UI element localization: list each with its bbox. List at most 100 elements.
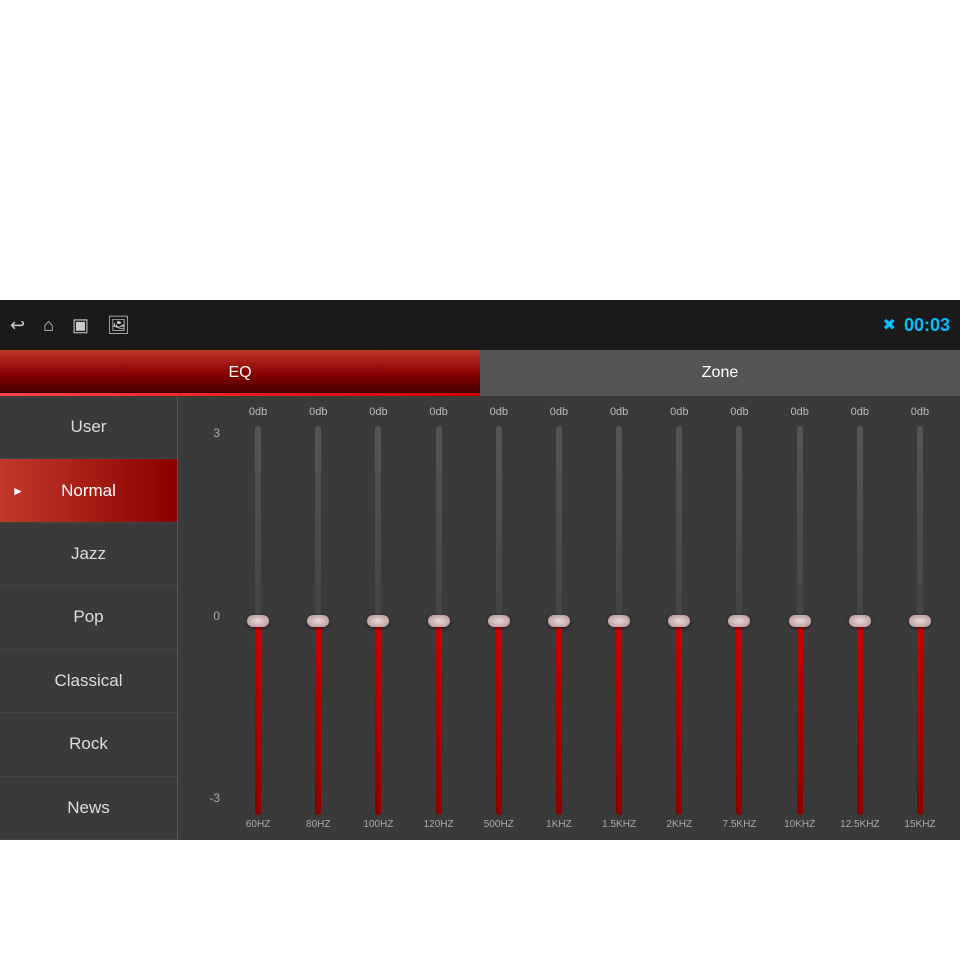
tab-zone-label: Zone: [702, 364, 738, 382]
slider-col-2KHZ[interactable]: 0db 2KHZ: [649, 406, 709, 835]
slider-track-5: [556, 426, 562, 815]
slider-track-area-5: [529, 426, 589, 815]
slider-col-60HZ[interactable]: 0db60HZ: [228, 406, 288, 835]
slider-track-area-2: [348, 426, 408, 815]
slider-db-label-7: 0db: [670, 406, 688, 422]
slider-track-area-1: [288, 426, 348, 815]
main-content: User ► Normal Jazz Pop Classical Rock Ne…: [0, 396, 960, 840]
slider-thumb-7[interactable]: [668, 615, 690, 627]
slider-db-label-1: 0db: [309, 406, 327, 422]
slider-track-area-11: [890, 426, 950, 815]
tab-eq[interactable]: EQ: [0, 350, 480, 396]
bluetooth-icon: ✖: [883, 315, 896, 335]
slider-track-area-10: [830, 426, 890, 815]
slider-col-12.5KHZ[interactable]: 0db 12.5KHZ: [830, 406, 890, 835]
y-label-0: 0: [213, 609, 220, 623]
sidebar-item-user[interactable]: User: [0, 396, 177, 459]
slider-freq-label-0: 60HZ: [246, 819, 270, 835]
slider-freq-label-4: 500HZ: [484, 819, 514, 835]
sidebar-item-pop[interactable]: Pop: [0, 586, 177, 649]
slider-track-area-0: [228, 426, 288, 815]
slider-track-10: [857, 426, 863, 815]
slider-track-area-4: [469, 426, 529, 815]
slider-fill-9: [797, 621, 803, 816]
sliders-grid: 0db60HZ0db80HZ0db100HZ0db120HZ0db500HZ0d…: [228, 406, 950, 835]
slider-fill-1: [315, 621, 321, 816]
slider-col-80HZ[interactable]: 0db 80HZ: [288, 406, 348, 835]
slider-col-10KHZ[interactable]: 0db 10KHZ: [770, 406, 830, 835]
sidebar-item-rock[interactable]: Rock: [0, 713, 177, 776]
back-arrow-icon[interactable]: ↩: [10, 315, 25, 336]
top-bar-icons: ↩ ⌂ ▣ 🖼: [10, 315, 130, 336]
slider-freq-label-2: 100HZ: [363, 819, 393, 835]
slider-thumb-1[interactable]: [307, 615, 329, 627]
tab-eq-label: EQ: [228, 364, 251, 382]
slider-fill-11: [917, 621, 923, 816]
slider-thumb-8[interactable]: [728, 615, 750, 627]
slider-freq-label-11: 15KHZ: [904, 819, 935, 835]
slider-db-label-2: 0db: [369, 406, 387, 422]
slider-track-6: [616, 426, 622, 815]
slider-col-100HZ[interactable]: 0db 100HZ: [348, 406, 408, 835]
sidebar-item-classical-label: Classical: [54, 671, 122, 691]
slider-col-7.5KHZ[interactable]: 0db7.5KHZ: [709, 406, 769, 835]
sidebar-item-news-label: News: [67, 798, 110, 818]
slider-db-label-8: 0db: [730, 406, 748, 422]
sidebar-item-classical[interactable]: Classical: [0, 650, 177, 713]
slider-col-1KHZ[interactable]: 0db 1KHZ: [529, 406, 589, 835]
slider-freq-label-7: 2KHZ: [667, 819, 693, 835]
time-display: 00:03: [904, 315, 950, 336]
tab-bar: EQ Zone: [0, 350, 960, 396]
top-bar: ↩ ⌂ ▣ 🖼 ✖ 00:03: [0, 300, 960, 350]
slider-col-15KHZ[interactable]: 0db 15KHZ: [890, 406, 950, 835]
home-icon[interactable]: ⌂: [43, 315, 54, 336]
slider-db-label-10: 0db: [851, 406, 869, 422]
slider-col-1.5KHZ[interactable]: 0db 1.5KHZ: [589, 406, 649, 835]
slider-db-label-9: 0db: [790, 406, 808, 422]
screen: ↩ ⌂ ▣ 🖼 ✖ 00:03 EQ Zone User ► Normal: [0, 300, 960, 840]
sidebar: User ► Normal Jazz Pop Classical Rock Ne…: [0, 396, 178, 840]
slider-thumb-4[interactable]: [488, 615, 510, 627]
sidebar-item-news[interactable]: News: [0, 777, 177, 840]
slider-freq-label-9: 10KHZ: [784, 819, 815, 835]
slider-track-area-3: [409, 426, 469, 815]
tab-zone[interactable]: Zone: [480, 350, 960, 396]
slider-freq-label-10: 12.5KHZ: [840, 819, 879, 835]
slider-thumb-6[interactable]: [608, 615, 630, 627]
play-arrow-icon: ►: [12, 484, 24, 498]
sidebar-item-user-label: User: [71, 417, 107, 437]
slider-track-area-6: [589, 426, 649, 815]
slider-db-label-4: 0db: [490, 406, 508, 422]
slider-db-label-6: 0db: [610, 406, 628, 422]
window-icon[interactable]: ▣: [72, 315, 89, 336]
slider-track-1: [315, 426, 321, 815]
slider-fill-7: [676, 621, 682, 816]
slider-freq-label-5: 1KHZ: [546, 819, 572, 835]
slider-track-2: [375, 426, 381, 815]
slider-fill-0: [255, 621, 261, 816]
slider-freq-label-3: 120HZ: [424, 819, 454, 835]
slider-track-0: [255, 426, 261, 815]
slider-thumb-3[interactable]: [428, 615, 450, 627]
slider-thumb-0[interactable]: [247, 615, 269, 627]
slider-thumb-9[interactable]: [789, 615, 811, 627]
slider-thumb-5[interactable]: [548, 615, 570, 627]
slider-fill-5: [556, 621, 562, 816]
slider-db-label-5: 0db: [550, 406, 568, 422]
sidebar-item-jazz-label: Jazz: [71, 544, 106, 564]
slider-thumb-10[interactable]: [849, 615, 871, 627]
slider-thumb-11[interactable]: [909, 615, 931, 627]
y-label-3: 3: [213, 426, 220, 440]
slider-freq-label-1: 80HZ: [306, 819, 330, 835]
image-icon[interactable]: 🖼: [107, 315, 130, 336]
slider-freq-label-6: 1.5KHZ: [602, 819, 636, 835]
slider-col-120HZ[interactable]: 0db120HZ: [409, 406, 469, 835]
sidebar-item-normal[interactable]: ► Normal: [0, 459, 177, 522]
slider-db-label-11: 0db: [911, 406, 929, 422]
slider-thumb-2[interactable]: [367, 615, 389, 627]
slider-fill-10: [857, 621, 863, 816]
slider-col-500HZ[interactable]: 0db 500HZ: [469, 406, 529, 835]
slider-fill-6: [616, 621, 622, 816]
slider-fill-2: [375, 621, 381, 816]
sidebar-item-jazz[interactable]: Jazz: [0, 523, 177, 586]
